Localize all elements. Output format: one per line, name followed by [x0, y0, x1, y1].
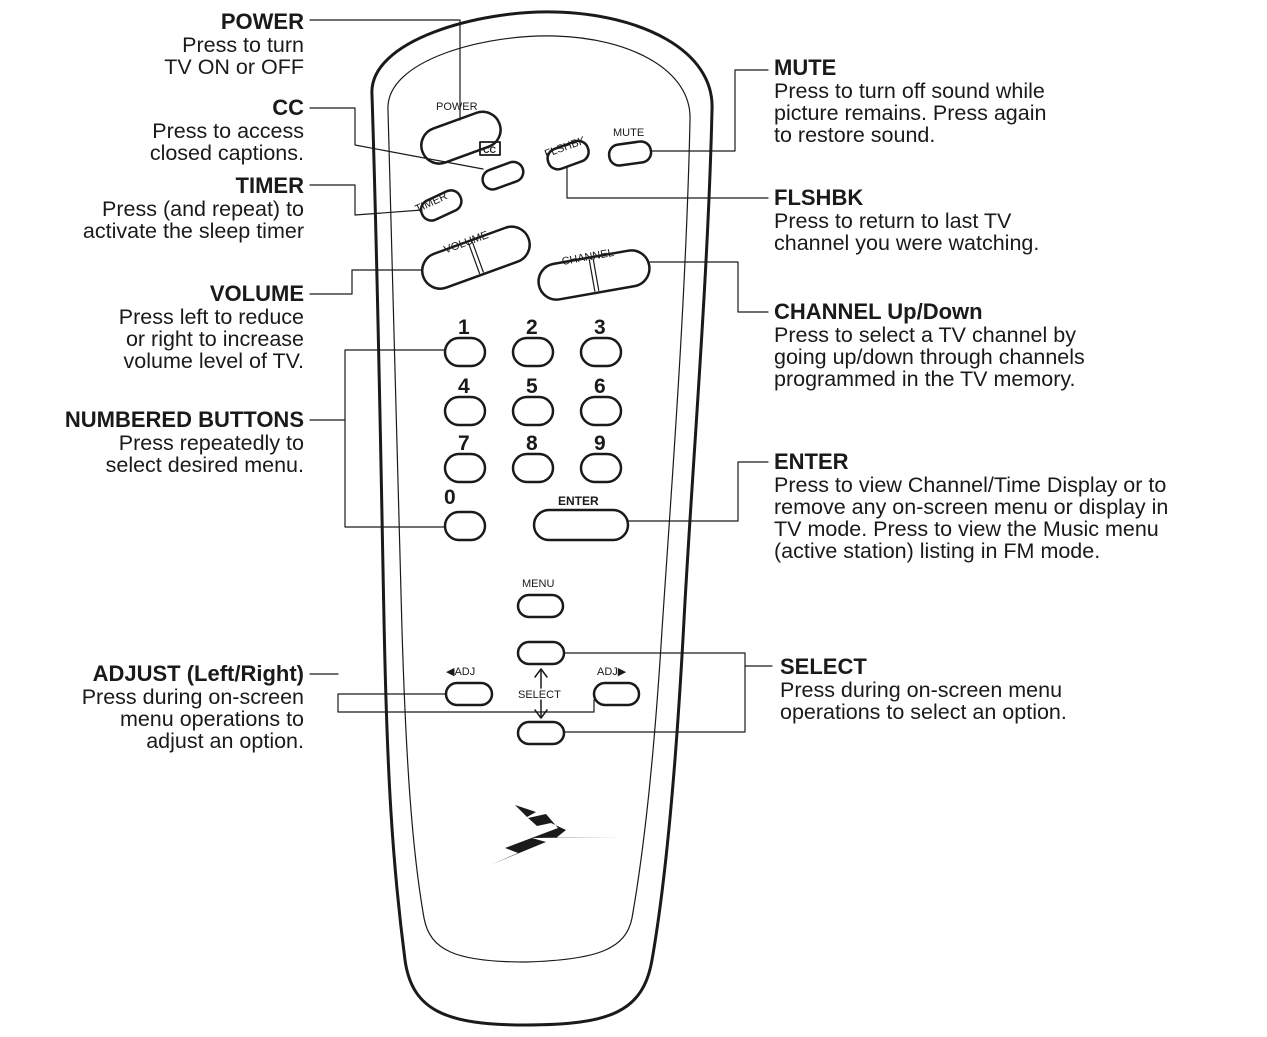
annotation-cc-title: CC: [272, 95, 304, 120]
annotation-flshbk-title: FLSHBK: [774, 185, 864, 210]
mute-button: [607, 140, 653, 167]
num-button-8: [511, 452, 555, 484]
select-label: SELECT: [518, 689, 561, 701]
digit-label-0: 0: [444, 486, 456, 509]
remote-diagram: POWER CC FLSHBK MUTE TIMER VOLUME CHANNE…: [0, 0, 1267, 1032]
annotation-mute: MUTE Press to turn off sound while pictu…: [774, 55, 1264, 147]
annotation-enter-desc: Press to view Channel/Time Display or to…: [774, 473, 1169, 563]
digit-label-7: 7: [458, 432, 470, 455]
annotation-numbered-buttons: NUMBERED BUTTONS Press repeatedly to sel…: [0, 407, 304, 477]
num-button-3: [579, 336, 623, 368]
digit-label-4: 4: [458, 375, 470, 398]
adj-left-label: ◀ADJ: [446, 666, 475, 678]
remote-outline: [370, 10, 714, 1027]
annotation-power: POWER Press to turn TV ON or OFF: [0, 9, 304, 79]
digit-label-5: 5: [526, 375, 538, 398]
digit-label-9: 9: [594, 432, 606, 455]
annotation-volume: VOLUME Press left to reduce or right to …: [0, 281, 304, 373]
mute-label: MUTE: [613, 127, 644, 139]
enter-label: ENTER: [558, 494, 599, 508]
annotation-enter: ENTER Press to view Channel/Time Display…: [774, 449, 1264, 563]
select-down-button: [516, 720, 566, 746]
annotation-adjust: ADJUST (Left/Right) Press during on-scre…: [0, 661, 304, 753]
select-up-button: [516, 640, 566, 666]
annotation-cc-desc: Press to access closed captions.: [149, 119, 304, 165]
digit-label-2: 2: [526, 316, 538, 339]
annotation-volume-title: VOLUME: [209, 281, 304, 306]
annotation-flshbk: FLSHBK Press to return to last TV channe…: [774, 185, 1264, 255]
annotation-timer: TIMER Press (and repeat) to activate the…: [0, 173, 304, 243]
annotation-adjust-desc: Press during on-screen menu operations t…: [81, 685, 304, 753]
num-button-4: [443, 395, 487, 427]
channel-label: CHANNEL: [561, 247, 615, 268]
annotation-numbered-title: NUMBERED BUTTONS: [64, 407, 304, 432]
digit-label-1: 1: [458, 316, 470, 339]
annotation-enter-title: ENTER: [774, 449, 849, 474]
enter-button: [532, 508, 630, 542]
adj-left-button: [444, 681, 494, 707]
annotation-select: SELECT Press during on-screen menu opera…: [780, 654, 1260, 724]
timer-label: TIMER: [413, 190, 449, 215]
annotation-mute-title: MUTE: [774, 55, 837, 80]
volume-label: VOLUME: [442, 229, 490, 256]
num-button-2: [511, 336, 555, 368]
num-button-1: [443, 336, 487, 368]
annotation-power-title: POWER: [220, 9, 304, 34]
cc-button: [481, 160, 525, 191]
annotation-select-desc: Press during on-screen menu operations t…: [780, 678, 1067, 724]
num-button-6: [579, 395, 623, 427]
annotation-channel-desc: Press to select a TV channel by going up…: [774, 323, 1085, 391]
digit-label-6: 6: [594, 375, 606, 398]
zenith-logo: [490, 805, 622, 865]
cc-label: CC: [483, 145, 496, 155]
adj-right-button: [592, 681, 641, 707]
adj-right-label: ADJ▶: [597, 666, 627, 678]
annotation-cc: CC Press to access closed captions.: [0, 95, 304, 165]
num-button-7: [443, 452, 487, 484]
num-button-9: [579, 452, 623, 484]
annotation-timer-title: TIMER: [235, 173, 304, 198]
num-button-0: [443, 510, 487, 542]
annotation-timer-desc: Press (and repeat) to activate the sleep…: [82, 197, 304, 243]
annotation-channel-title: CHANNEL Up/Down: [774, 299, 983, 324]
annotation-numbered-desc: Press repeatedly to select desired menu.: [105, 431, 304, 477]
annotation-adjust-title: ADJUST (Left/Right): [92, 661, 304, 686]
menu-button: [516, 593, 565, 619]
annotation-select-title: SELECT: [780, 654, 867, 679]
num-button-5: [511, 395, 555, 427]
digit-label-8: 8: [526, 432, 538, 455]
annotation-mute-desc: Press to turn off sound while picture re…: [774, 79, 1047, 147]
power-label: POWER: [436, 101, 478, 113]
menu-label: MENU: [522, 578, 554, 590]
annotation-flshbk-desc: Press to return to last TV channel you w…: [774, 209, 1040, 255]
digit-label-3: 3: [594, 316, 606, 339]
flshbk-label: FLSHBK: [543, 134, 588, 160]
annotation-power-desc: Press to turn TV ON or OFF: [164, 33, 304, 79]
annotation-channel: CHANNEL Up/Down Press to select a TV cha…: [774, 299, 1264, 391]
annotation-volume-desc: Press left to reduce or right to increas…: [118, 305, 304, 373]
